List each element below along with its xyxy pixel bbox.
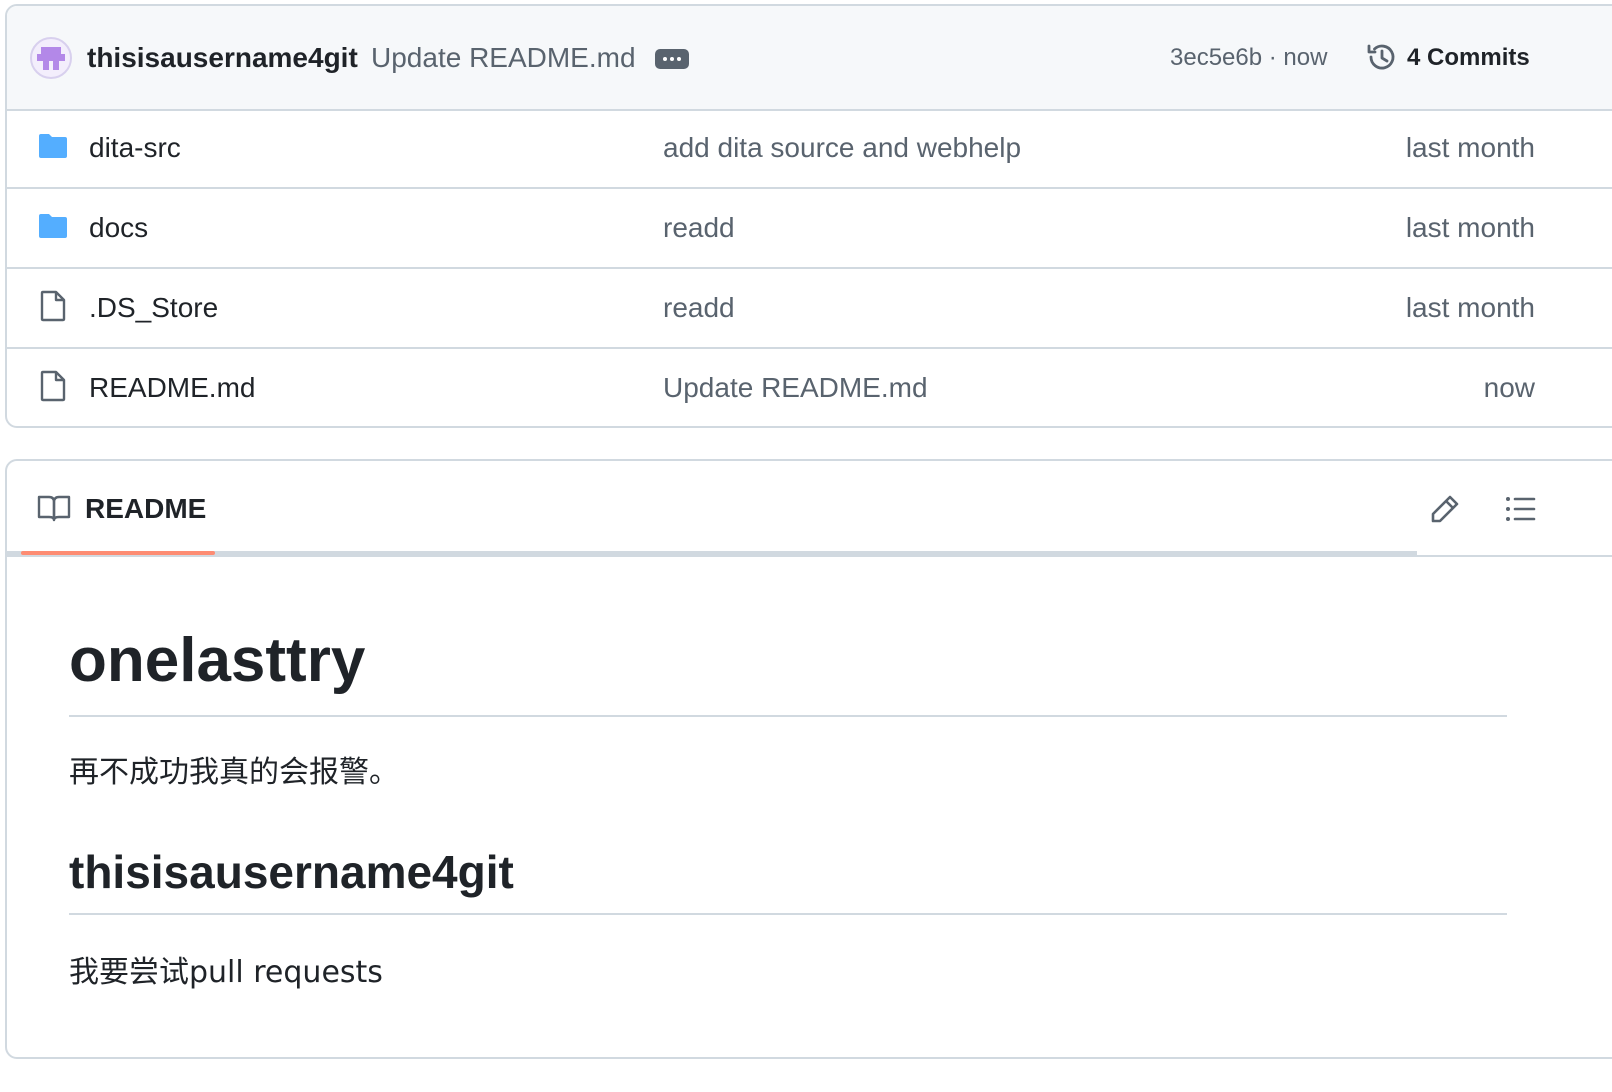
file-commit-message[interactable]: Update README.md — [663, 370, 928, 406]
commit-author-link[interactable]: thisisausername4git — [87, 40, 358, 76]
folder-icon — [39, 214, 67, 238]
file-commit-date: last month — [1405, 212, 1535, 243]
readme-header-divider — [7, 555, 1612, 557]
active-tab-indicator — [21, 551, 215, 555]
commit-message-link[interactable]: Update README.md — [371, 40, 636, 76]
history-icon[interactable] — [1365, 40, 1399, 74]
file-name-link[interactable]: docs — [89, 210, 148, 246]
heading-divider — [69, 913, 1507, 915]
folder-icon — [39, 134, 67, 158]
file-name-link[interactable]: .DS_Store — [89, 290, 218, 326]
file-commit-message[interactable]: readd — [663, 290, 735, 326]
readme-paragraph: 再不成功我真的会报警。 — [69, 755, 399, 790]
list-icon[interactable] — [1504, 493, 1536, 525]
readme-panel: README onelasttry 再不成功我真的会报警。 thisisause… — [5, 459, 1612, 1059]
book-icon — [37, 495, 71, 522]
file-commit-date: last month — [1405, 292, 1535, 323]
file-name-link[interactable]: dita-src — [89, 130, 181, 166]
file-commit-message[interactable]: readd — [663, 210, 735, 246]
file-commit-date: now — [1483, 372, 1535, 403]
readme-heading-1: onelasttry — [69, 626, 366, 695]
commits-count-link[interactable]: 4 Commits — [1407, 40, 1530, 76]
file-row[interactable]: README.md Update README.md now — [7, 349, 1612, 427]
tab-label: README — [85, 493, 207, 524]
heading-divider — [69, 715, 1507, 717]
pencil-icon[interactable] — [1429, 493, 1461, 525]
file-row[interactable]: dita-src add dita source and webhelp las… — [7, 109, 1612, 189]
file-row[interactable]: docs readd last month — [7, 189, 1612, 269]
readme-paragraph: 我要尝试pull requests — [69, 955, 383, 990]
latest-commit-bar: thisisausername4git Update README.md 3ec… — [7, 6, 1612, 111]
file-icon — [40, 290, 66, 322]
commit-sha-time[interactable]: 3ec5e6b · now — [1170, 40, 1327, 76]
file-commit-message[interactable]: add dita source and webhelp — [663, 130, 1021, 166]
file-commit-date: last month — [1405, 132, 1535, 163]
tab-readme[interactable]: README — [21, 461, 215, 555]
file-browser: thisisausername4git Update README.md 3ec… — [5, 4, 1612, 428]
file-row[interactable]: .DS_Store readd last month — [7, 269, 1612, 349]
file-icon — [40, 370, 66, 402]
avatar-identicon — [37, 47, 65, 70]
readme-heading-2: thisisausername4git — [69, 846, 514, 898]
author-avatar[interactable] — [30, 37, 72, 79]
file-name-link[interactable]: README.md — [89, 370, 255, 406]
ellipsis-icon[interactable] — [655, 49, 689, 69]
